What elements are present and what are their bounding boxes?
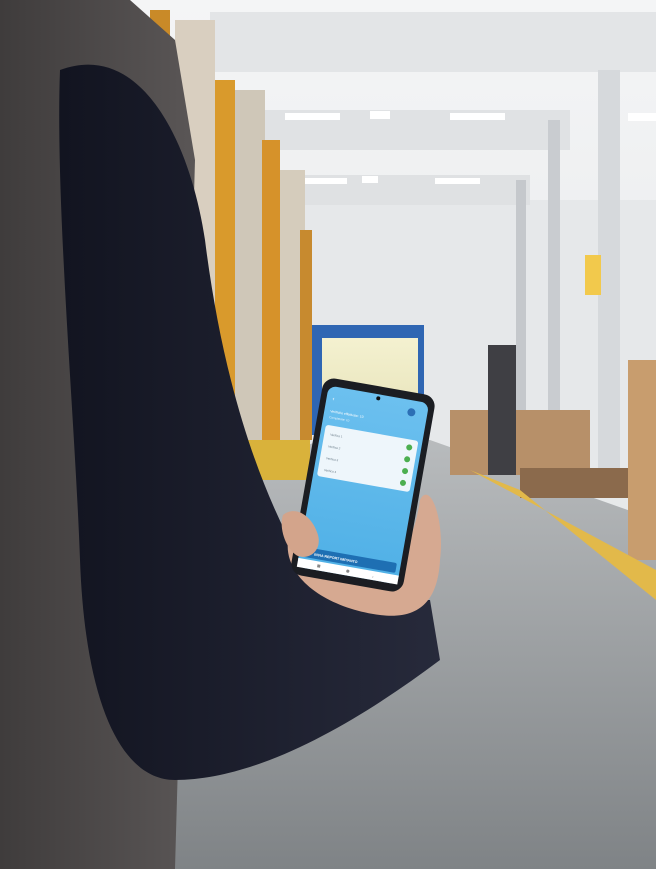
- recent-apps-icon[interactable]: [317, 564, 321, 568]
- pallet: [520, 468, 630, 498]
- pillar: [548, 120, 560, 420]
- ceiling-light: [370, 111, 390, 119]
- ceiling-light: [302, 178, 347, 184]
- ceiling-light: [435, 178, 480, 184]
- ceiling-light: [285, 113, 340, 120]
- machine: [488, 345, 516, 475]
- ceiling-light: [450, 113, 505, 120]
- photo-scene: ‹ Verifiche effettuate: 10 Completate: 1…: [0, 0, 656, 869]
- warehouse-photo: ‹ Verifiche effettuate: 10 Completate: 1…: [0, 0, 656, 869]
- wall-sign: [585, 255, 601, 295]
- ceiling-light: [628, 113, 656, 121]
- ceiling-beam: [210, 12, 656, 72]
- pallet-stack: [628, 360, 656, 560]
- pillar: [598, 70, 620, 470]
- pallet-boxes: [450, 410, 590, 475]
- ceiling-light: [362, 176, 378, 183]
- pillar: [516, 180, 526, 420]
